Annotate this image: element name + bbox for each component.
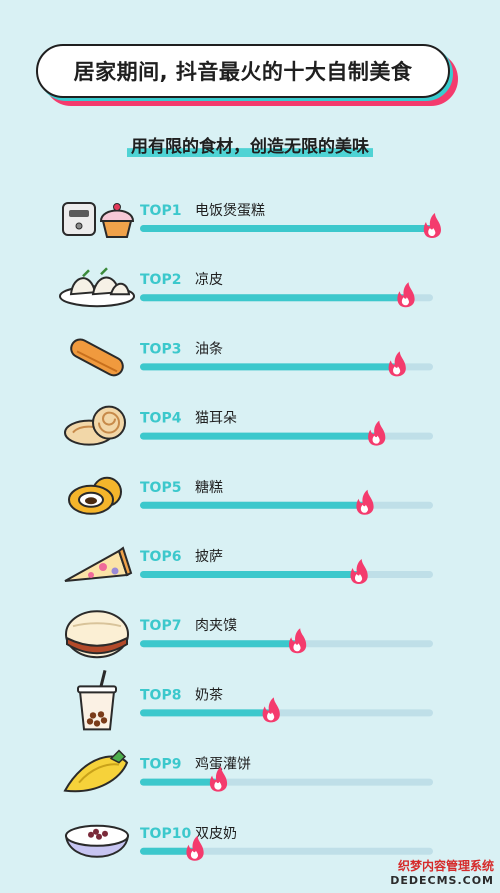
category-label: 猫耳朵 (195, 411, 237, 427)
category-label: 糖糕 (195, 480, 223, 496)
flame-icon (397, 282, 415, 308)
category-label: 油条 (195, 340, 223, 357)
chart-row: TOP10 双皮奶 (64, 824, 433, 861)
chart-row: TOP6 披萨 (64, 546, 433, 584)
maoerduo-icon (64, 405, 126, 446)
category-label: 奶茶 (195, 687, 223, 703)
rank-label: TOP8 (140, 687, 181, 703)
rice-cooker-cupcake-icon (62, 202, 135, 238)
flame-icon (288, 628, 307, 654)
watermark: 织梦内容管理系统 DEDECMS.COM (390, 857, 494, 887)
category-label: 肉夹馍 (195, 618, 237, 634)
chart-row: TOP4 猫耳朵 (64, 405, 433, 446)
chart-row: TOP9 鸡蛋灌饼 (63, 749, 433, 793)
rank-label: TOP7 (140, 618, 181, 634)
tanggao-icon (68, 476, 122, 515)
flame-icon (262, 697, 280, 723)
rank-label: TOP10 (140, 826, 191, 842)
flame-icon (368, 420, 386, 446)
egg-pancake-icon (63, 749, 129, 793)
rank-label: TOP3 (140, 341, 181, 357)
bar-fill (140, 225, 433, 232)
liangpi-icon (59, 267, 135, 308)
ranking-chart: TOP1 电饭煲蛋糕 TOP2 凉皮 TOP3 油条 TOP4 猫耳朵 TOP5 糖糕 TOP6 披萨… (59, 202, 441, 861)
bar-fill (140, 709, 272, 717)
flame-icon (350, 559, 368, 584)
roujiamo-icon (65, 610, 129, 659)
double-skin-milk-icon (64, 824, 130, 858)
rank-label: TOP6 (140, 549, 181, 565)
rank-label: TOP1 (140, 203, 181, 219)
pizza-icon (64, 546, 133, 582)
bar-fill (140, 571, 360, 578)
chart-row: TOP2 凉皮 (59, 267, 433, 308)
bar-fill (140, 778, 220, 786)
category-label: 凉皮 (195, 272, 223, 288)
watermark-line2: DEDECMS.COM (390, 874, 494, 887)
subtitle-text: 用有限的食材，创造无限的美味 (131, 137, 369, 157)
watermark-line1: 织梦内容管理系统 (397, 859, 494, 873)
flame-icon (423, 213, 441, 238)
rank-label: TOP9 (140, 757, 181, 773)
rank-label: TOP2 (140, 272, 181, 288)
category-label: 电饭煲蛋糕 (195, 202, 265, 219)
bar-fill (140, 640, 299, 648)
bar-fill (140, 294, 407, 302)
flame-icon (388, 351, 406, 377)
category-label: 双皮奶 (195, 826, 237, 842)
bar-fill (140, 363, 398, 371)
flame-icon (356, 489, 374, 515)
youtiao-icon (70, 338, 124, 377)
bar-fill (140, 432, 378, 440)
chart-row: TOP1 电饭煲蛋糕 (62, 202, 441, 238)
category-label: 鸡蛋灌饼 (195, 756, 251, 773)
bar-fill (140, 501, 366, 509)
chart-row: TOP3 油条 (70, 338, 433, 377)
chart-row: TOP7 肉夹馍 (65, 610, 433, 659)
milk-tea-icon (77, 670, 117, 731)
category-label: 披萨 (195, 549, 223, 565)
chart-row: TOP8 奶茶 (77, 670, 433, 731)
rank-label: TOP5 (140, 480, 181, 496)
rank-label: TOP4 (140, 411, 182, 427)
chart-row: TOP5 糖糕 (68, 476, 433, 515)
